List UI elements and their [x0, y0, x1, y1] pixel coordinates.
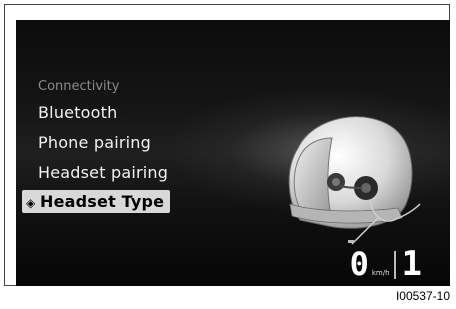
speed-gear-readout: 0 km/h 1: [349, 244, 422, 284]
menu-item-label: Phone pairing: [38, 133, 151, 152]
speed-value: 0: [349, 245, 369, 283]
readout-divider: [393, 251, 396, 279]
figure-reference-code: I00537-10: [395, 289, 450, 303]
menu-item-phone-pairing[interactable]: Phone pairing: [38, 133, 151, 152]
menu-item-bluetooth[interactable]: Bluetooth: [38, 103, 117, 122]
gear-value: 1: [401, 244, 422, 284]
menu-item-label: Headset pairing: [38, 163, 169, 182]
speed-unit: km/h: [371, 269, 390, 277]
menu-item-label: Bluetooth: [38, 103, 118, 122]
diamond-arrow-icon: ◈: [26, 196, 36, 210]
dashboard-screen: Connectivity Bluetooth Phone pairing Hea…: [16, 20, 450, 286]
menu-item-headset-pairing[interactable]: Headset pairing: [38, 163, 168, 182]
menu-item-headset-type[interactable]: ◈ Headset Type: [22, 190, 171, 213]
menu-header: Connectivity: [38, 79, 120, 94]
helmet-headset-icon: [288, 116, 421, 245]
menu-item-label: Headset Type: [40, 192, 165, 211]
